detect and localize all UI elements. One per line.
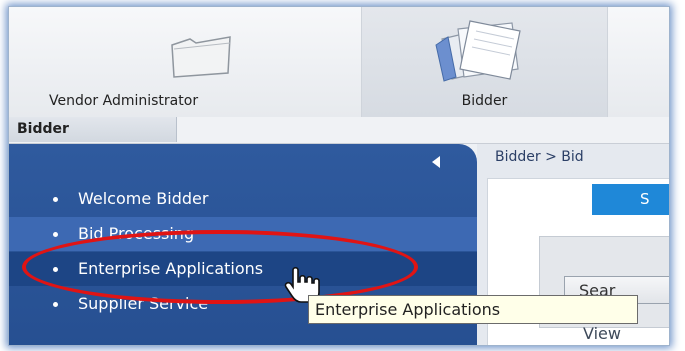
sidebar-item-label: Bid Processing [78,224,195,243]
module-tab-bidder[interactable]: Bidder [361,7,608,117]
bullet-icon [53,267,58,272]
view-link[interactable]: View [583,324,621,343]
bullet-icon [53,302,58,307]
bidder-tab-label: Bidder [461,93,508,109]
sidebar-item-enterprise-applications[interactable]: Enterprise Applications [9,252,477,286]
bullet-icon [53,197,58,202]
subtab-bidder[interactable]: Bidder [9,117,177,142]
sidebar-item-bid-processing[interactable]: Bid Processing [9,217,477,251]
folder-icon [171,36,231,78]
sidebar-item-label: Welcome Bidder [78,189,209,208]
primary-button[interactable]: S [592,184,669,215]
triangle-left-icon[interactable] [432,156,440,168]
documents-icon [435,20,521,82]
sidebar-item-label: Enterprise Applications [78,259,264,278]
subtab-strip: Bidder [9,117,669,144]
bullet-icon [53,232,58,237]
sidebar-item-label: Supplier Service [78,294,209,313]
sidebar-item-welcome-bidder[interactable]: Welcome Bidder [9,182,477,216]
module-bar: Vendor Administrator Bidder [9,7,669,118]
tooltip: Enterprise Applications [308,295,638,324]
module-tab-vendor-administrator[interactable]: Vendor Administrator [31,7,361,117]
breadcrumb[interactable]: Bidder > Bid [495,149,584,165]
vendor-administrator-label: Vendor Administrator [49,93,199,109]
